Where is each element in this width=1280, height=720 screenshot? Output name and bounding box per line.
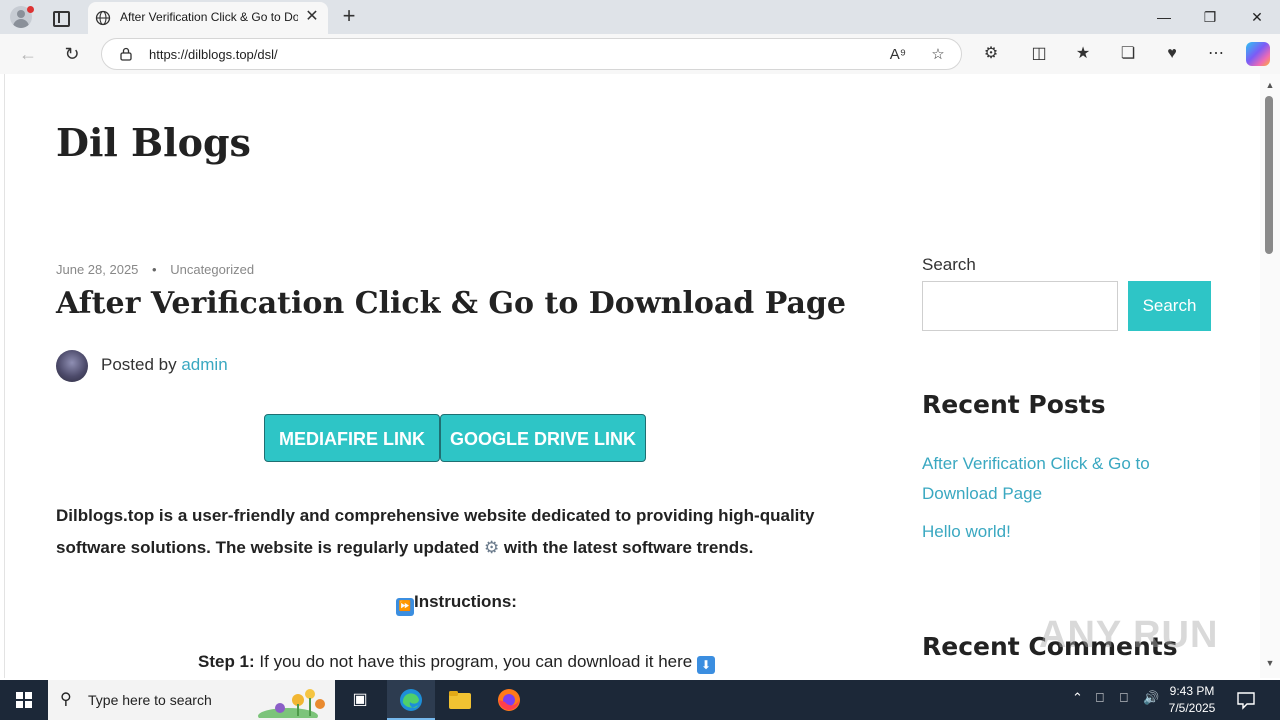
new-tab-button[interactable]: +	[337, 4, 361, 28]
watermark-logo: ANY RUN	[1039, 614, 1219, 656]
sidebar-search-button[interactable]: Search	[1128, 281, 1211, 331]
step1-text: If you do not have this program, you can…	[259, 652, 693, 671]
edge-logo	[400, 689, 422, 711]
step1-label: Step 1:	[198, 652, 255, 671]
instructions-label: Instructions:	[414, 592, 517, 611]
folder-logo	[449, 691, 471, 709]
scroll-thumb[interactable]	[1265, 96, 1273, 254]
copilot-icon[interactable]	[1246, 42, 1270, 66]
browser-essentials-icon[interactable]: ♥	[1160, 42, 1184, 66]
read-aloud-icon[interactable]: A⁹	[886, 43, 910, 67]
author-link[interactable]: admin	[181, 355, 227, 374]
site-title[interactable]: Dil Blogs	[56, 120, 251, 165]
extensions-icon[interactable]: ⚙	[979, 42, 1003, 66]
collections-icon[interactable]: ❏	[1116, 42, 1140, 66]
taskbar-search-placeholder[interactable]: Type here to search	[88, 692, 212, 708]
recent-posts-heading: Recent Posts	[922, 390, 1106, 419]
post-meta: June 28, 2025 • Uncategorized	[56, 262, 254, 277]
fast-forward-icon: ⏩	[396, 598, 414, 616]
post-date[interactable]: June 28, 2025	[56, 262, 138, 277]
taskbar-search-box[interactable]: ⚲ Type here to search	[48, 680, 335, 720]
lock-icon[interactable]	[119, 47, 133, 61]
file-explorer-icon[interactable]	[436, 680, 484, 720]
intro-text-part2: with the latest software trends.	[503, 538, 754, 557]
minimize-button[interactable]: —	[1141, 0, 1187, 34]
edge-icon[interactable]	[387, 680, 435, 720]
notification-icon[interactable]	[1236, 690, 1256, 710]
taskbar-clock[interactable]: 9:43 PM 7/5/2025	[1160, 683, 1224, 717]
close-window-button[interactable]: ✕	[1234, 0, 1280, 34]
browser-titlebar: After Verification Click & Go to Downloa…	[0, 0, 1280, 34]
page-scrollbar[interactable]: ▲ ▼	[1260, 74, 1280, 678]
page-viewport: Dil Blogs June 28, 2025 • Uncategorized …	[4, 74, 1260, 678]
sidebar-search-label: Search	[922, 255, 976, 274]
google-drive-link-button[interactable]: GOOGLE DRIVE LINK	[440, 414, 646, 462]
favorites-icon[interactable]: ★	[1071, 42, 1095, 66]
restore-button[interactable]: ❐	[1187, 0, 1233, 34]
url-text[interactable]: https://dilblogs.top/dsl/	[149, 47, 278, 62]
post-intro: Dilblogs.top is a user-friendly and comp…	[56, 500, 816, 564]
search-highlight-flowers-icon	[258, 682, 334, 718]
firefox-logo	[498, 689, 520, 711]
windows-taskbar: ⚲ Type here to search ▣ ⌃ ⎕ ⎕ 🔊 9:43 PM …	[0, 680, 1280, 720]
tray-device-icon[interactable]: ⎕	[1096, 690, 1104, 706]
browser-tab-active[interactable]: After Verification Click & Go to Downloa…	[88, 2, 328, 34]
globe-icon	[95, 10, 111, 26]
firefox-icon[interactable]	[485, 680, 533, 720]
post-title: After Verification Click & Go to Downloa…	[56, 286, 846, 321]
instructions-heading: ⏩ Instructions:	[396, 592, 517, 616]
search-icon: ⚲	[60, 691, 72, 708]
down-arrow-icon: ⬇	[696, 656, 715, 674]
gear-icon: ⚙	[483, 538, 500, 557]
post-category[interactable]: Uncategorized	[170, 262, 254, 277]
tab-actions-icon[interactable]	[50, 8, 70, 27]
back-icon[interactable]: ←	[12, 38, 44, 70]
task-view-icon[interactable]: ▣	[336, 680, 384, 720]
tray-overflow-icon[interactable]: ⌃	[1072, 690, 1083, 706]
posted-by-label: Posted by	[101, 355, 177, 374]
step-1: Step 1: If you do not have this program,…	[198, 652, 715, 674]
close-tab-icon[interactable]: ✕	[302, 7, 322, 27]
start-button[interactable]	[0, 680, 48, 720]
volume-icon[interactable]: 🔊	[1143, 690, 1159, 706]
network-icon[interactable]: ⎕	[1120, 690, 1128, 706]
scroll-down-icon[interactable]: ▼	[1264, 658, 1276, 670]
profile-notification-dot	[27, 6, 34, 13]
more-icon[interactable]: ⋯	[1204, 42, 1228, 66]
favorite-star-icon[interactable]: ☆	[926, 43, 950, 67]
scroll-up-icon[interactable]: ▲	[1264, 80, 1276, 92]
sidebar-search-input[interactable]	[922, 281, 1118, 331]
clock-time: 9:43 PM	[1169, 684, 1215, 698]
post-author-line: Posted by admin	[101, 355, 228, 375]
author-avatar	[56, 350, 88, 382]
refresh-icon[interactable]: ↻	[56, 38, 88, 70]
windows-logo-icon	[16, 692, 32, 708]
address-bar[interactable]: https://dilblogs.top/dsl/ A⁹ ☆	[101, 38, 962, 70]
browser-toolbar: ← ↻ https://dilblogs.top/dsl/ A⁹ ☆ ⚙ ◫ ★…	[0, 34, 1280, 74]
tab-title: After Verification Click & Go to Downloa…	[120, 10, 298, 24]
recent-post-link[interactable]: After Verification Click & Go to Downloa…	[922, 449, 1182, 509]
clock-date: 7/5/2025	[1168, 701, 1216, 715]
mediafire-link-button[interactable]: MEDIAFIRE LINK	[264, 414, 440, 462]
split-screen-icon[interactable]: ◫	[1027, 42, 1051, 66]
recent-post-link[interactable]: Hello world!	[922, 517, 1182, 547]
meta-separator: •	[152, 262, 157, 277]
